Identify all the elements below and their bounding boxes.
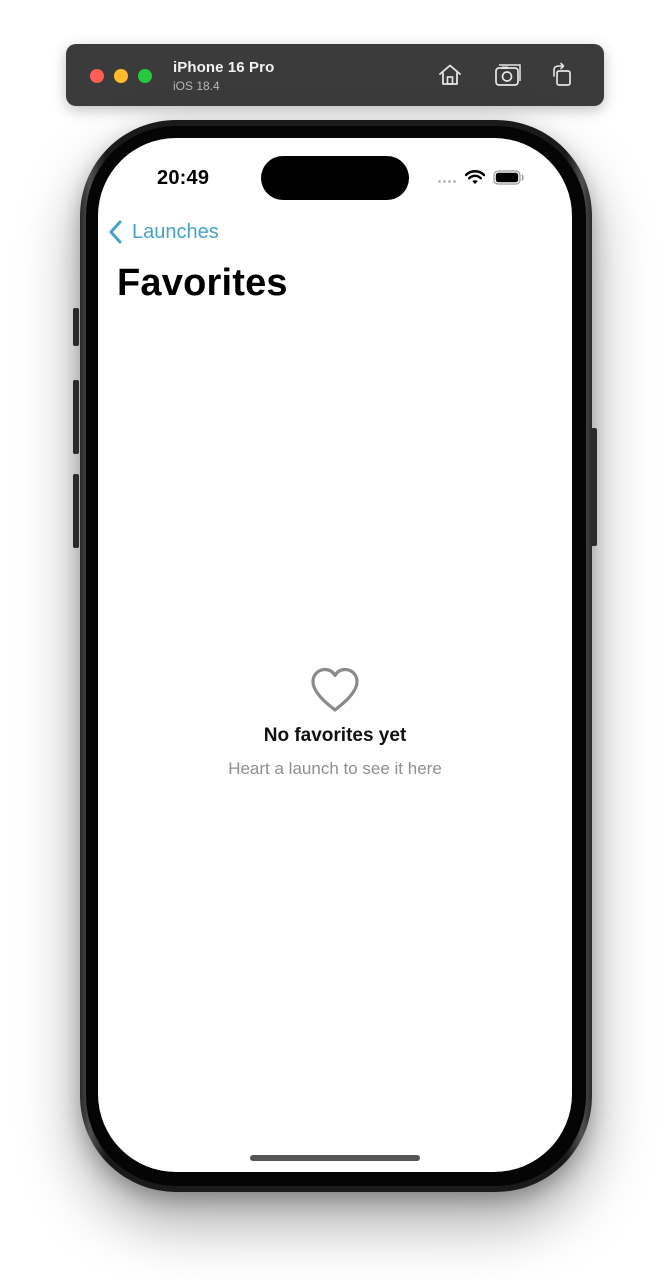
device-name: iPhone 16 Pro xyxy=(173,59,275,76)
battery-icon xyxy=(493,169,524,185)
empty-state: No favorites yet Heart a launch to see i… xyxy=(98,666,572,779)
device-screen: 20:49 Launches Favorites No favorites ye… xyxy=(98,138,572,1172)
chevron-left-icon xyxy=(109,220,122,244)
back-button-label: Launches xyxy=(132,220,219,243)
home-button[interactable] xyxy=(436,61,464,89)
wifi-icon xyxy=(465,170,485,184)
action-button[interactable] xyxy=(73,308,79,346)
simulator-title-bar: iPhone 16 Pro iOS 18.4 xyxy=(66,44,604,106)
minimize-window-button[interactable] xyxy=(114,69,128,83)
home-indicator[interactable] xyxy=(250,1155,420,1161)
status-time: 20:49 xyxy=(157,167,210,189)
dynamic-island xyxy=(261,156,409,200)
rotate-icon xyxy=(553,62,571,86)
empty-state-subtitle: Heart a launch to see it here xyxy=(228,759,442,778)
empty-state-title: No favorites yet xyxy=(263,725,407,746)
heart-outline-icon xyxy=(311,667,359,712)
power-button[interactable] xyxy=(591,428,597,546)
page-title: Favorites xyxy=(117,262,288,304)
cellular-icon xyxy=(438,171,456,183)
volume-down-button[interactable] xyxy=(73,474,79,548)
zoom-window-button[interactable] xyxy=(138,69,152,83)
status-indicators xyxy=(438,169,525,185)
home-icon xyxy=(439,64,461,85)
screenshot-icon xyxy=(495,64,521,86)
volume-up-button[interactable] xyxy=(73,380,79,454)
screenshot-button[interactable] xyxy=(494,61,522,89)
rotate-button[interactable] xyxy=(548,61,576,89)
os-version: iOS 18.4 xyxy=(173,79,220,93)
close-window-button[interactable] xyxy=(90,69,104,83)
back-button[interactable]: Launches xyxy=(108,218,219,246)
